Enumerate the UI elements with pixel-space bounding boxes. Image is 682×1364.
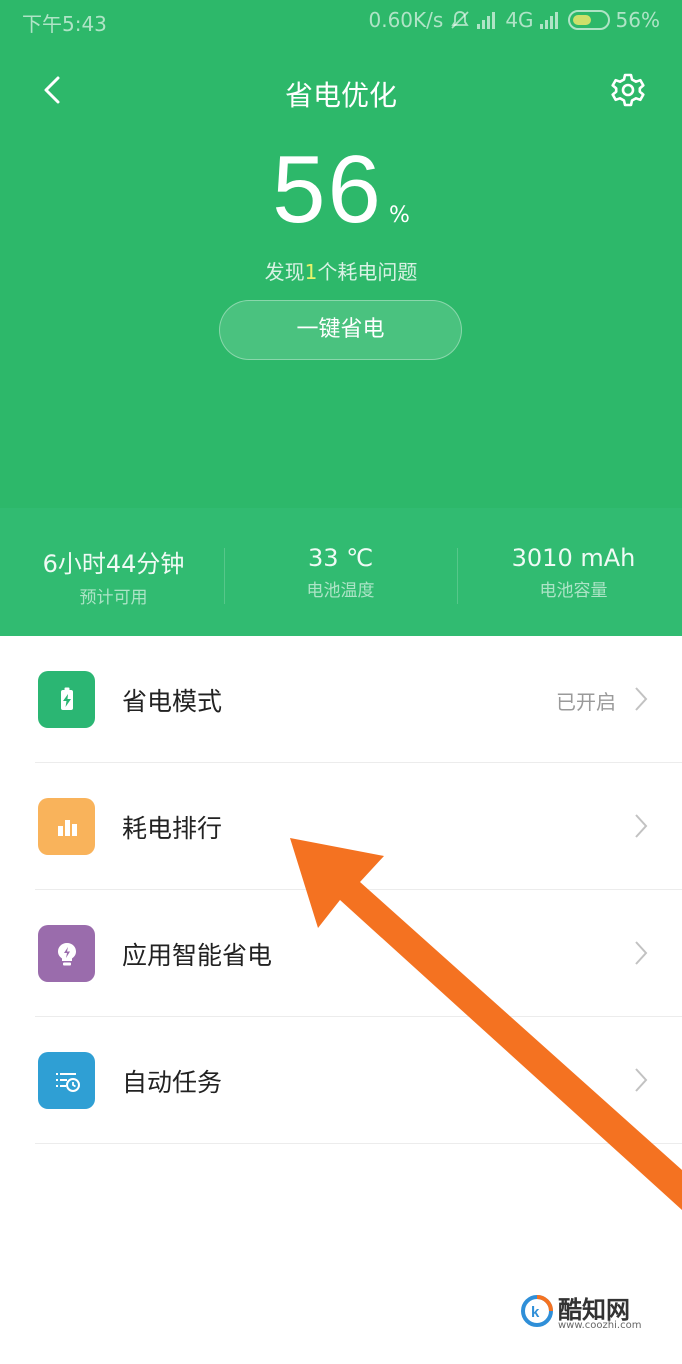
stat-temperature: 33 ℃ 电池温度 xyxy=(227,544,454,601)
signal-icon-2 xyxy=(539,11,562,29)
chevron-right-icon xyxy=(635,687,648,711)
stat-label: 预计可用 xyxy=(79,588,148,608)
battery-percent-unit: % xyxy=(388,203,410,228)
issue-summary: 发现1个耗电问题 xyxy=(0,256,682,285)
stat-divider xyxy=(224,548,225,604)
stat-value: 3010 mAh xyxy=(511,544,636,572)
page-title: 省电优化 xyxy=(284,79,397,112)
stat-remaining-time: 6小时44分钟 预计可用 xyxy=(0,544,227,608)
issue-suffix: 个耗电问题 xyxy=(317,260,418,284)
watermark-logo-icon: k xyxy=(521,1295,553,1327)
mute-bell-icon xyxy=(449,10,471,30)
settings-button[interactable] xyxy=(610,72,646,108)
stat-capacity: 3010 mAh 电池容量 xyxy=(460,544,682,601)
one-click-save-button[interactable]: 一键省电 xyxy=(219,300,462,360)
list-clock-icon xyxy=(38,1052,95,1109)
status-time: 下午5:43 xyxy=(22,12,107,36)
chevron-right-icon xyxy=(635,941,648,965)
watermark: k 酷知网 www.coozhi.com xyxy=(520,1290,660,1336)
menu-item-label: 省电模式 xyxy=(122,687,223,716)
watermark-url: www.coozhi.com xyxy=(558,1320,642,1331)
issue-count: 1 xyxy=(304,260,318,284)
status-bar: 下午5:43 0.60K/s 4G 56% xyxy=(0,0,682,40)
stat-value: 33 ℃ xyxy=(307,544,374,572)
issue-prefix: 发现 xyxy=(264,260,305,284)
stat-value: 6小时44分钟 xyxy=(42,550,185,578)
menu-item-power-ranking[interactable]: 耗电排行 xyxy=(0,763,682,890)
lightbulb-icon xyxy=(38,925,95,982)
row-divider xyxy=(35,1143,682,1144)
stat-label: 电池容量 xyxy=(539,581,608,601)
battery-percent-value: 56 xyxy=(272,136,383,243)
title-bar: 省电优化 xyxy=(0,60,682,120)
battery-stats: 6小时44分钟 预计可用 33 ℃ 电池温度 3010 mAh 电池容量 xyxy=(0,508,682,636)
menu-item-label: 耗电排行 xyxy=(122,814,223,843)
menu-item-auto-tasks[interactable]: 自动任务 xyxy=(0,1017,682,1144)
chevron-right-icon xyxy=(635,1068,648,1092)
stat-divider xyxy=(457,548,458,604)
gear-icon xyxy=(611,73,645,107)
bar-chart-icon xyxy=(38,798,95,855)
battery-charge-icon xyxy=(38,671,95,728)
network-speed: 0.60K/s xyxy=(368,8,444,32)
battery-percent: 56% xyxy=(615,8,660,32)
menu-item-power-saving-mode[interactable]: 省电模式 已开启 xyxy=(0,636,682,763)
menu-item-smart-app-saving[interactable]: 应用智能省电 xyxy=(0,890,682,1017)
chevron-right-icon xyxy=(635,814,648,838)
battery-percentage: 56% xyxy=(0,135,682,245)
svg-text:k: k xyxy=(531,1304,540,1321)
header-panel: 下午5:43 0.60K/s 4G 56% 省电优化 56 % 发现1个耗电问题… xyxy=(0,0,682,508)
menu-item-label: 自动任务 xyxy=(122,1068,223,1097)
stat-label: 电池温度 xyxy=(306,581,375,601)
battery-icon xyxy=(567,10,610,30)
menu-item-label: 应用智能省电 xyxy=(122,941,273,970)
menu-item-status: 已开启 xyxy=(556,690,616,714)
signal-icon xyxy=(477,11,499,29)
network-type: 4G xyxy=(505,8,534,32)
